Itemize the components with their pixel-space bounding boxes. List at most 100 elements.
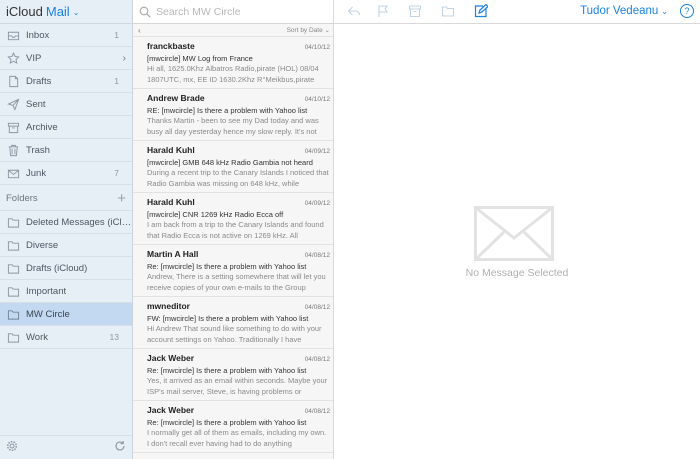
message-preview: Andrew, There is a setting somewhere tha… bbox=[147, 272, 326, 292]
message-date: 04/09/12 bbox=[304, 200, 330, 207]
sidebar-folder-diverse[interactable]: Diverse bbox=[0, 234, 132, 257]
sidebar-item-trash[interactable]: Trash bbox=[0, 139, 132, 162]
message-sender: Martin A Hall bbox=[147, 249, 199, 259]
message-date: 04/08/12 bbox=[304, 304, 330, 311]
message-date: 04/08/12 bbox=[304, 408, 330, 415]
message-subject: [mwcircle] MW Log from France bbox=[147, 54, 253, 63]
archive-icon[interactable] bbox=[408, 4, 422, 18]
message-preview: During a recent trip to the Canary Islan… bbox=[147, 168, 329, 188]
message-list: ‹ Sort by Date ⌄ franckbaste 04/10/12 [mw… bbox=[133, 0, 334, 459]
message-item[interactable]: Harald Kuhl 04/09/12 [mwcircle] CNR 1269 … bbox=[133, 193, 333, 245]
junk-icon bbox=[6, 166, 20, 180]
message-item[interactable]: franckbaste 04/10/12 [mwcircle] MW Log fr… bbox=[133, 37, 333, 89]
empty-state-message: No Message Selected bbox=[465, 267, 569, 279]
sidebar-item-inbox[interactable]: Inbox 1 bbox=[0, 24, 132, 47]
sidebar-item-drafts[interactable]: Drafts 1 bbox=[0, 70, 132, 93]
drafts-icon bbox=[6, 74, 20, 88]
folder-label: Drafts (iCloud) bbox=[26, 262, 88, 274]
sidebar-item-label: Inbox bbox=[26, 29, 50, 41]
unread-count: 1 bbox=[114, 30, 119, 40]
gear-icon[interactable] bbox=[6, 439, 18, 457]
sidebar-item-junk[interactable]: Junk 7 bbox=[0, 162, 132, 185]
chevron-down-icon: ⌄ bbox=[661, 7, 668, 16]
compose-icon[interactable] bbox=[474, 4, 488, 18]
star-icon bbox=[6, 51, 20, 65]
sort-label: Sort by Date bbox=[286, 27, 323, 34]
search-input[interactable] bbox=[156, 5, 326, 18]
sidebar-folder-important[interactable]: Important bbox=[0, 280, 132, 303]
folder-icon bbox=[6, 261, 20, 275]
message-item[interactable]: Jack Weber 04/08/12 Re: [mwcircle] Is the… bbox=[133, 349, 333, 401]
message-subject: RE: [mwcircle] Is there a problem with Y… bbox=[147, 106, 308, 115]
account-menu[interactable]: Tudor Vedeanu ⌄ bbox=[580, 5, 668, 17]
message-sender: franckbaste bbox=[147, 41, 195, 51]
refresh-icon[interactable] bbox=[114, 439, 126, 457]
message-subject: FW: [mwcircle] Is there a problem with Y… bbox=[147, 314, 309, 323]
message-date: 04/08/12 bbox=[304, 356, 330, 363]
sidebar-folder-drafts-icloud[interactable]: Drafts (iCloud) bbox=[0, 257, 132, 280]
app-label[interactable]: Mail bbox=[46, 4, 70, 19]
message-date: 04/10/12 bbox=[304, 44, 330, 51]
folder-icon bbox=[6, 330, 20, 344]
collapse-sidebar-icon[interactable]: ‹ bbox=[138, 26, 141, 35]
sort-dropdown[interactable]: Sort by Date ⌄ bbox=[287, 26, 330, 34]
message-preview: Thanks Martin - been to see my Dad today… bbox=[147, 116, 319, 136]
sidebar: iCloud Mail ⌄ Inbox 1 VIP › Drafts 1 Sen… bbox=[0, 0, 133, 459]
message-item[interactable]: Andrew Brade 04/10/12 RE: [mwcircle] Is t… bbox=[133, 89, 333, 141]
message-viewer: Tudor Vedeanu ⌄ ? No Message Selected bbox=[334, 0, 700, 459]
message-preview: Hi Andrew That sound like something to d… bbox=[147, 324, 322, 344]
unread-count: 13 bbox=[109, 332, 119, 342]
message-subject: [mwcircle] CNR 1269 kHz Radio Ecca off bbox=[147, 210, 284, 219]
message-subject: [mwcircle] GMB 648 kHz Radio Gambia not … bbox=[147, 158, 313, 167]
unread-count: 7 bbox=[114, 168, 119, 178]
sidebar-footer bbox=[0, 435, 132, 459]
chevron-right-icon[interactable]: › bbox=[123, 53, 126, 64]
message-preview: Hi all, 1625.0Khz Albatros Radio,pirate … bbox=[147, 64, 319, 84]
help-button[interactable]: ? bbox=[680, 4, 694, 18]
chevron-down-icon[interactable]: ⌄ bbox=[73, 8, 80, 17]
message-preview: Yes, it arrived as an email within secon… bbox=[147, 376, 328, 396]
message-item[interactable]: Jack Weber 04/08/12 Re: [mwcircle] Is the… bbox=[133, 401, 333, 453]
folder-label: Deleted Messages (iCloud) bbox=[26, 216, 132, 228]
message-date: 04/09/12 bbox=[304, 148, 330, 155]
folder-icon bbox=[6, 307, 20, 321]
message-sender: Harald Kuhl bbox=[147, 145, 195, 155]
app-switcher[interactable]: iCloud Mail ⌄ bbox=[0, 0, 133, 24]
search-bar bbox=[133, 0, 333, 24]
message-item[interactable]: Martin A Hall 04/08/12 Re: [mwcircle] Is … bbox=[133, 245, 333, 297]
folder-label: MW Circle bbox=[26, 308, 70, 320]
inbox-icon bbox=[6, 28, 20, 42]
message-subject: Re: [mwcircle] Is there a problem with Y… bbox=[147, 366, 307, 375]
sidebar-item-vip[interactable]: VIP › bbox=[0, 47, 132, 70]
sidebar-item-label: Archive bbox=[26, 121, 58, 133]
sidebar-item-label: Trash bbox=[26, 144, 50, 156]
message-sender: Andrew Brade bbox=[147, 93, 205, 103]
user-name: Tudor Vedeanu bbox=[580, 5, 659, 17]
sidebar-folder-mw-circle[interactable]: MW Circle bbox=[0, 303, 132, 326]
folders-header: Folders + bbox=[0, 187, 132, 211]
sidebar-item-label: VIP bbox=[26, 52, 42, 64]
folder-icon bbox=[6, 284, 20, 298]
move-to-folder-icon[interactable] bbox=[441, 4, 455, 18]
brand-label: iCloud bbox=[6, 4, 43, 19]
message-item[interactable]: Harald Kuhl 04/09/12 [mwcircle] GMB 648 k… bbox=[133, 141, 333, 193]
sidebar-item-sent[interactable]: Sent bbox=[0, 93, 132, 116]
message-subject: Re: [mwcircle] Is there a problem with Y… bbox=[147, 262, 307, 271]
add-folder-icon[interactable]: + bbox=[117, 190, 126, 207]
message-sender: Jack Weber bbox=[147, 405, 195, 415]
folder-label: Important bbox=[26, 285, 67, 297]
message-preview: I normally get all of them as emails, in… bbox=[147, 428, 327, 448]
message-sender: Jack Weber bbox=[147, 353, 195, 363]
reply-icon[interactable] bbox=[347, 4, 361, 18]
message-date: 04/10/12 bbox=[304, 96, 330, 103]
sidebar-folder-work[interactable]: Work 13 bbox=[0, 326, 132, 349]
sidebar-folder-deleted-messages[interactable]: Deleted Messages (iCloud) bbox=[0, 211, 132, 234]
folder-icon bbox=[6, 215, 20, 229]
toolbar: Tudor Vedeanu ⌄ ? bbox=[334, 0, 700, 24]
flag-icon[interactable] bbox=[376, 4, 390, 18]
message-item[interactable]: mwneditor 04/08/12 FW: [mwcircle] Is ther… bbox=[133, 297, 333, 349]
message-subject: Re: [mwcircle] Is there a problem with Y… bbox=[147, 418, 307, 427]
sidebar-item-archive[interactable]: Archive bbox=[0, 116, 132, 139]
envelope-icon bbox=[474, 206, 554, 261]
message-date: 04/08/12 bbox=[304, 252, 330, 259]
